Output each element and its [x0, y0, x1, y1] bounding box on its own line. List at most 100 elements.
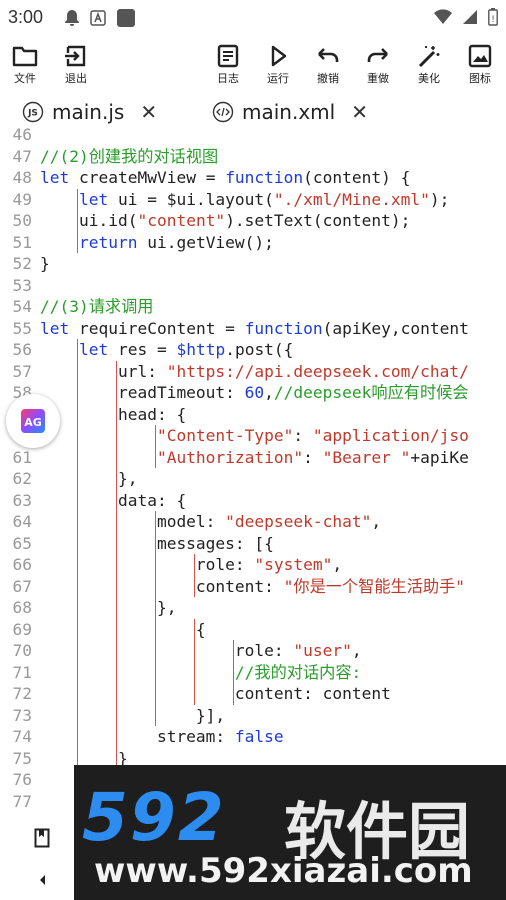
code-line[interactable]: 64 model: "deepseek-chat", [0, 511, 506, 533]
line-number: 48 [12, 168, 33, 187]
code-token: }, [40, 469, 138, 488]
run-button[interactable]: 运行 [258, 44, 298, 86]
code-token: ui = $ui.layout( [108, 189, 274, 209]
undo-label: 撤销 [317, 72, 339, 85]
code-line[interactable]: 59 head: { [0, 404, 506, 426]
code-token: //(2)创建我的对话视图 [40, 146, 219, 166]
code-token: "Bearer " [322, 447, 411, 467]
indent-guide [194, 618, 195, 705]
code-line[interactable]: 57 url: "https://api.deepseek.com/chat/ [0, 361, 506, 383]
code-token: content: content [40, 684, 391, 703]
exit-icon [65, 45, 86, 67]
line-number: 61 [12, 447, 33, 467]
code-line[interactable]: 48 let createMwView = function(content) { [0, 167, 506, 189]
indent-guide [155, 425, 156, 468]
exit-button[interactable]: 退出 [56, 44, 96, 86]
code-token: role: [40, 555, 255, 574]
code-token: "deepseek-chat" [225, 512, 372, 531]
tab-main-xml-label: main.xml [242, 100, 336, 124]
undo-button[interactable]: 撤销 [308, 44, 348, 86]
code-line[interactable]: 68 }, [0, 597, 506, 619]
code-line[interactable]: 60 "Content-Type": "application/jso [0, 425, 506, 447]
code-token: model: [40, 512, 226, 531]
code-token: , [371, 512, 382, 531]
bookmark-icon[interactable] [34, 828, 50, 852]
code-line[interactable]: 56 let res = $http.post({ [0, 339, 506, 361]
log-button[interactable]: 日志 [208, 44, 248, 86]
line-number: 66 [12, 555, 33, 574]
code-line[interactable]: 61 "Authorization": "Bearer "+apiKe [0, 447, 506, 469]
code-token: (apiKey,content [322, 318, 469, 338]
code-line[interactable]: 66 role: "system", [0, 554, 506, 576]
beautify-button[interactable]: 美化 [409, 44, 449, 86]
watermark-number: 592 [82, 779, 226, 856]
code-token: //deepseek响应有时候会 [273, 383, 469, 402]
code-line[interactable]: 63 data: { [0, 490, 506, 512]
code-token: 60 [244, 383, 265, 402]
indent-guide [194, 554, 195, 597]
code-line[interactable]: 65 messages: [{ [0, 533, 506, 555]
beautify-label: 美化 [418, 72, 440, 85]
code-line[interactable]: 46 [0, 128, 506, 146]
code-line[interactable]: 69 { [0, 619, 506, 641]
redo-label: 重做 [367, 72, 389, 85]
code-line[interactable]: 51 return ui.getView(); [0, 232, 506, 254]
code-line[interactable]: 47 //(2)创建我的对话视图 [0, 146, 506, 168]
code-line[interactable]: 53 [0, 275, 506, 297]
image-icon [468, 44, 492, 68]
line-number: 51 [12, 232, 33, 252]
code-line[interactable]: 73 }], [0, 705, 506, 727]
code-token: "content" [137, 211, 226, 230]
close-icon[interactable]: ✕ [140, 100, 157, 124]
code-token: "Content-Type" [156, 426, 294, 445]
line-number: 72 [12, 684, 33, 703]
line-number: 62 [12, 469, 33, 488]
code-line[interactable]: 50 ui.id("content").setText(content); [0, 210, 506, 232]
code-token: }], [40, 705, 226, 725]
code-token: "https://api.deepseek.com/chat/ [166, 361, 469, 381]
code-token: $http [176, 340, 226, 359]
code-token: readTimeout: [40, 383, 245, 402]
code-line[interactable]: 70 role: "user", [0, 640, 506, 662]
collapse-arrow-icon[interactable] [37, 872, 47, 891]
tab-main-js-label: main.js [52, 100, 125, 124]
close-icon[interactable]: ✕ [351, 100, 368, 124]
file-button[interactable]: 文件 [5, 44, 45, 86]
code-token: stream: [40, 727, 235, 746]
indent-guide [77, 188, 78, 253]
floating-ag-button[interactable]: AG [6, 394, 60, 448]
indent-guide [155, 511, 156, 726]
code-editor[interactable]: 46 47 //(2)创建我的对话视图 48 let createMwView = fu… [0, 128, 506, 816]
code-token: role: [40, 641, 294, 660]
log-label: 日志 [217, 72, 239, 85]
code-line[interactable]: 54 //(3)请求调用 [0, 296, 506, 318]
code-line[interactable]: 49 let ui = $ui.layout("./xml/Mine.xml")… [0, 189, 506, 211]
battery-icon: ! [488, 8, 498, 30]
log-icon [217, 44, 239, 68]
line-number: 52 [12, 254, 33, 273]
icon-button[interactable]: 图标 [460, 44, 500, 86]
code-line[interactable]: 67 content: "你是一个智能生活助手" [0, 576, 506, 598]
js-file-icon: JS [22, 101, 44, 123]
code-line[interactable]: 74 stream: false [0, 726, 506, 748]
magic-wand-icon [418, 46, 440, 68]
code-line[interactable]: 71 //我的对话内容: [0, 662, 506, 684]
code-token: head: { [40, 404, 187, 424]
line-number: 65 [12, 533, 33, 553]
code-line[interactable]: 55 let requireContent = function(apiKey,c… [0, 318, 506, 340]
code-line[interactable]: 52} [0, 253, 506, 275]
code-line[interactable]: 62 }, [0, 468, 506, 490]
code-token: //我的对话内容: [234, 662, 362, 682]
code-line[interactable]: 72 content: content [0, 683, 506, 705]
code-token: "Authorization" [156, 447, 304, 467]
line-number: 76 [12, 770, 33, 789]
watermark-url: www.592xiazai.com [94, 851, 473, 891]
exit-label: 退出 [65, 72, 87, 85]
code-token: .post({ [225, 340, 294, 359]
redo-button[interactable]: 重做 [358, 44, 398, 86]
code-line[interactable]: 58 readTimeout: 60,//deepseek响应有时候会 [0, 382, 506, 404]
line-number: 71 [12, 662, 33, 682]
line-number: 46 [12, 128, 33, 144]
